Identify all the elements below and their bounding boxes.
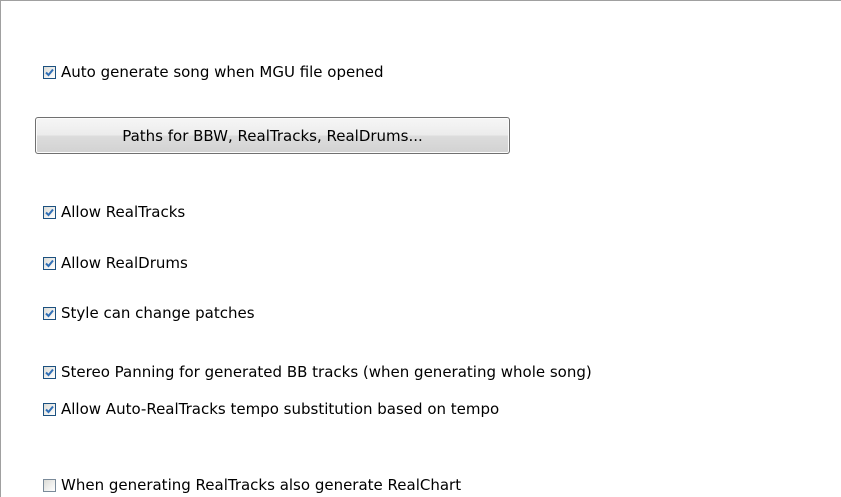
check-mark-icon xyxy=(45,68,54,76)
generate-realchart-option[interactable]: When generating RealTracks also generate… xyxy=(43,476,461,494)
generate-realchart-label: When generating RealTracks also generate… xyxy=(61,476,462,494)
stereo-panning-option[interactable]: Stereo Panning for generated BB tracks (… xyxy=(43,363,592,381)
allow-realtracks-label: Allow RealTracks xyxy=(61,203,186,221)
auto-realtracks-tempo-option[interactable]: Allow Auto-RealTracks tempo substitution… xyxy=(43,400,499,418)
auto-realtracks-tempo-label: Allow Auto-RealTracks tempo substitution… xyxy=(61,400,500,418)
allow-realtracks-option[interactable]: Allow RealTracks xyxy=(43,203,185,221)
stereo-panning-label: Stereo Panning for generated BB tracks (… xyxy=(61,363,592,381)
options-panel: Auto generate song when MGU file opened … xyxy=(0,0,841,497)
check-mark-icon xyxy=(45,368,54,376)
style-patches-label: Style can change patches xyxy=(61,304,255,322)
auto-realtracks-tempo-checkbox[interactable] xyxy=(43,402,56,416)
paths-button[interactable]: Paths for BBW, RealTracks, RealDrums... xyxy=(35,117,510,154)
allow-realdrums-checkbox[interactable] xyxy=(43,256,56,270)
allow-realtracks-checkbox[interactable] xyxy=(43,205,56,219)
stereo-panning-checkbox[interactable] xyxy=(43,365,56,379)
generate-realchart-checkbox[interactable] xyxy=(43,478,56,492)
check-mark-icon xyxy=(45,208,54,216)
auto-generate-checkbox[interactable] xyxy=(43,65,56,79)
style-patches-checkbox[interactable] xyxy=(43,306,56,320)
auto-generate-option[interactable]: Auto generate song when MGU file opened xyxy=(43,63,384,81)
check-mark-icon xyxy=(45,405,54,413)
check-mark-icon xyxy=(45,309,54,317)
check-mark-icon xyxy=(45,259,54,267)
allow-realdrums-label: Allow RealDrums xyxy=(61,254,188,272)
auto-generate-label: Auto generate song when MGU file opened xyxy=(61,63,384,81)
allow-realdrums-option[interactable]: Allow RealDrums xyxy=(43,254,188,272)
style-patches-option[interactable]: Style can change patches xyxy=(43,304,255,322)
